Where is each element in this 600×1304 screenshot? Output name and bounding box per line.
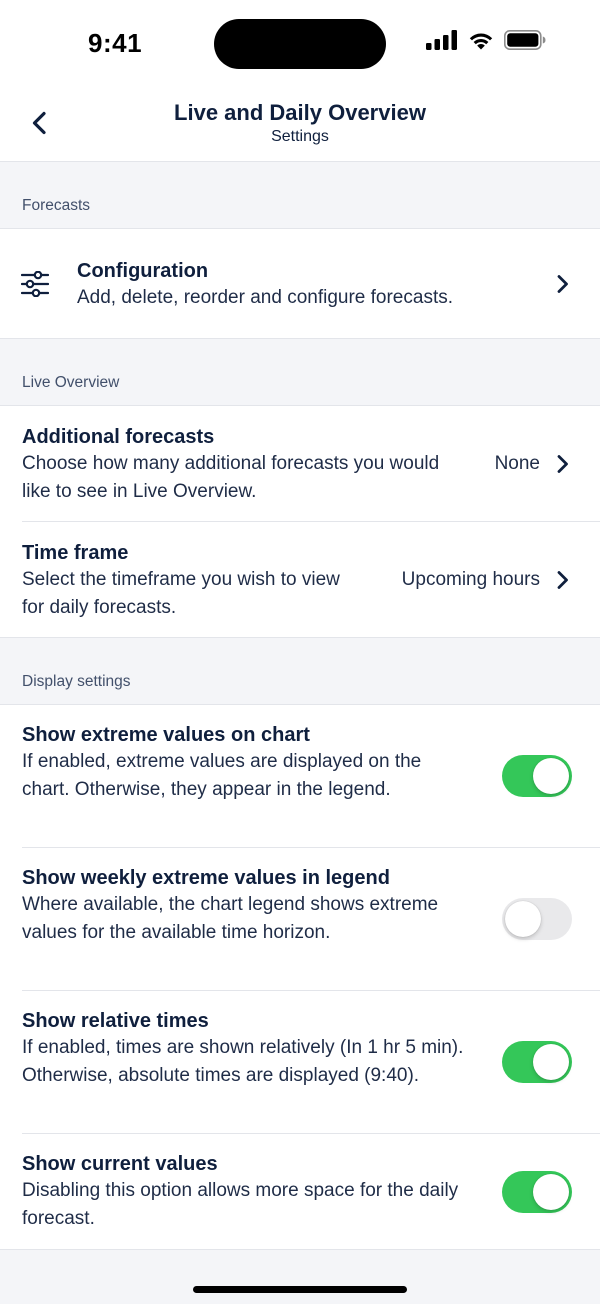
- battery-icon: [504, 30, 546, 50]
- section-header-live-overview: Live Overview: [0, 339, 600, 406]
- configuration-title: Configuration: [77, 260, 209, 282]
- section-header-display-settings: Display settings: [0, 638, 600, 705]
- status-icons: [426, 30, 546, 50]
- section-label: Display settings: [22, 673, 131, 690]
- chevron-right-icon: [557, 455, 568, 473]
- section-label: Live Overview: [22, 374, 120, 391]
- setting-description: If enabled, extreme values are displayed…: [22, 751, 422, 800]
- time-frame-row[interactable]: Time frame Select the timeframe you wish…: [0, 522, 600, 638]
- setting-row-relative-times: Show relative times If enabled, times ar…: [0, 991, 600, 1134]
- cellular-signal-icon: [426, 30, 457, 50]
- setting-title: Show extreme values on chart: [22, 724, 310, 746]
- navigation-header: Live and Daily Overview Settings: [0, 88, 600, 162]
- dynamic-island: [214, 19, 386, 69]
- setting-title: Show relative times: [22, 1010, 209, 1032]
- configuration-row[interactable]: Configuration Add, delete, reorder and c…: [0, 229, 600, 339]
- setting-description: If enabled, times are shown relatively (…: [22, 1037, 464, 1086]
- status-bar: 9:41: [0, 0, 600, 88]
- weekly-extreme-values-toggle[interactable]: [502, 898, 572, 940]
- time-frame-title: Time frame: [22, 542, 129, 564]
- current-values-toggle[interactable]: [502, 1171, 572, 1213]
- relative-times-toggle[interactable]: [502, 1041, 572, 1083]
- extreme-values-chart-toggle[interactable]: [502, 755, 572, 797]
- chevron-right-icon: [557, 275, 568, 293]
- additional-forecasts-value: None: [494, 453, 540, 474]
- additional-forecasts-row[interactable]: Additional forecasts Choose how many add…: [0, 406, 600, 522]
- wifi-icon: [469, 33, 493, 50]
- additional-forecasts-description: Choose how many additional forecasts you…: [22, 453, 440, 502]
- page-title: Live and Daily Overview: [174, 100, 426, 125]
- time-frame-value: Upcoming hours: [401, 569, 540, 590]
- sliders-icon: [21, 271, 49, 297]
- toggle-knob: [505, 901, 541, 937]
- setting-description: Disabling this option allows more space …: [22, 1180, 459, 1229]
- setting-row-weekly-extreme-values: Show weekly extreme values in legend Whe…: [0, 848, 600, 991]
- setting-row-current-values: Show current values Disabling this optio…: [0, 1134, 600, 1250]
- toggle-knob: [533, 1174, 569, 1210]
- time-frame-description: Select the timeframe you wish to view fo…: [22, 569, 340, 618]
- toggle-knob: [533, 758, 569, 794]
- additional-forecasts-title: Additional forecasts: [22, 426, 215, 448]
- setting-title: Show weekly extreme values in legend: [22, 867, 390, 889]
- section-label: Forecasts: [22, 197, 91, 214]
- setting-row-extreme-values-chart: Show extreme values on chart If enabled,…: [0, 705, 600, 848]
- status-time: 9:41: [88, 28, 143, 58]
- setting-description: Where available, the chart legend shows …: [22, 894, 439, 943]
- divider: [0, 1249, 600, 1250]
- page-subtitle: Settings: [271, 128, 329, 145]
- configuration-description: Add, delete, reorder and configure forec…: [77, 287, 454, 308]
- home-indicator: [193, 1286, 407, 1293]
- setting-title: Show current values: [22, 1153, 218, 1175]
- chevron-right-icon: [557, 571, 568, 589]
- toggle-knob: [533, 1044, 569, 1080]
- section-header-forecasts: Forecasts: [0, 162, 600, 229]
